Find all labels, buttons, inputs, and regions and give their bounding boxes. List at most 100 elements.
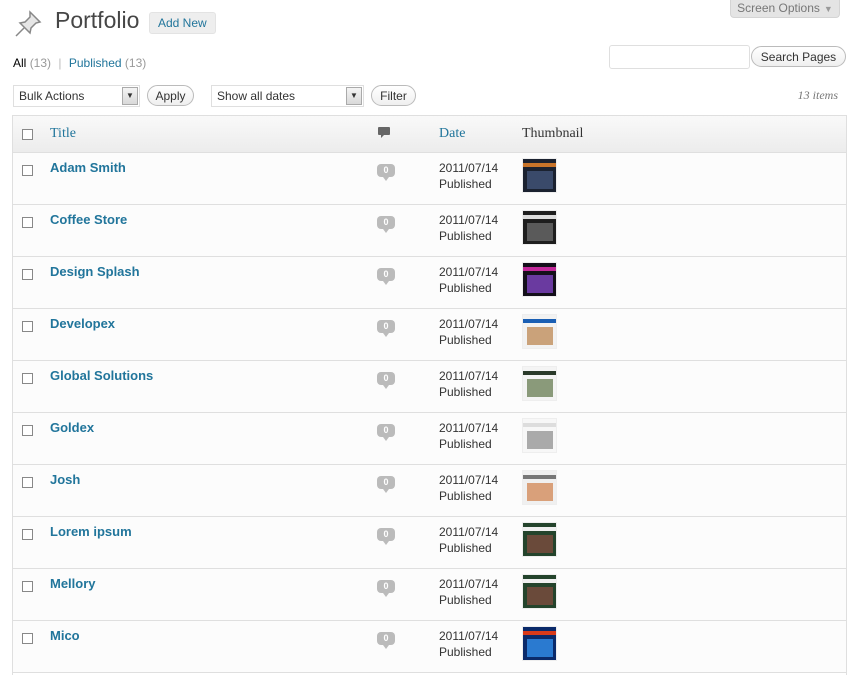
- thumbnail-band: [523, 267, 556, 271]
- search-pages-button[interactable]: Search Pages: [751, 46, 846, 67]
- row-date: 2011/07/14 Published: [439, 264, 498, 296]
- thumbnail-block: [527, 587, 553, 605]
- row-status: Published: [439, 281, 492, 295]
- row-thumbnail: [522, 210, 557, 245]
- row-date-value: 2011/07/14: [439, 577, 499, 591]
- filter-all-link[interactable]: All: [13, 56, 26, 70]
- row-checkbox[interactable]: [22, 529, 33, 540]
- row-thumbnail: [522, 626, 557, 661]
- thumbnail-block: [527, 223, 553, 241]
- row-title-link[interactable]: Coffee Store: [50, 212, 127, 227]
- row-thumbnail: [522, 262, 557, 297]
- table-header: Title Date Thumbnail: [13, 116, 846, 153]
- apply-button[interactable]: Apply: [147, 85, 194, 106]
- row-checkbox[interactable]: [22, 165, 33, 176]
- comment-count-badge[interactable]: 0: [377, 268, 395, 285]
- row-thumbnail: [522, 366, 557, 401]
- row-status: Published: [439, 645, 492, 659]
- select-all-checkbox[interactable]: [22, 129, 33, 140]
- row-checkbox[interactable]: [22, 373, 33, 384]
- row-checkbox[interactable]: [22, 633, 33, 644]
- row-date: 2011/07/14 Published: [439, 420, 498, 452]
- chevron-down-icon: ▼: [346, 87, 362, 105]
- row-checkbox[interactable]: [22, 217, 33, 228]
- column-thumbnail-header: Thumbnail: [522, 126, 584, 141]
- comment-count-badge[interactable]: 0: [377, 580, 395, 597]
- bulk-actions-value: Bulk Actions: [19, 89, 85, 103]
- table-row: Global Solutions 0 2011/07/14 Published: [13, 361, 846, 413]
- comment-count-badge[interactable]: 0: [377, 476, 395, 493]
- column-date-header[interactable]: Date: [439, 126, 465, 142]
- row-title-link[interactable]: Design Splash: [50, 264, 140, 279]
- row-title-link[interactable]: Mico: [50, 628, 80, 643]
- row-date-value: 2011/07/14: [439, 421, 499, 435]
- row-status: Published: [439, 333, 492, 347]
- screen-options-label: Screen Options: [737, 1, 820, 15]
- thumbnail-band: [523, 475, 556, 479]
- thumbnail-block: [527, 535, 553, 553]
- table-row: Josh 0 2011/07/14 Published: [13, 465, 846, 517]
- add-new-button[interactable]: Add New: [149, 12, 216, 34]
- row-title-link[interactable]: Mellory: [50, 576, 96, 591]
- table-row: Mellory 0 2011/07/14 Published: [13, 569, 846, 621]
- row-checkbox[interactable]: [22, 477, 33, 488]
- row-title-link[interactable]: Josh: [50, 472, 80, 487]
- thumbnail-band: [523, 319, 556, 323]
- table-row: Lorem ipsum 0 2011/07/14 Published: [13, 517, 846, 569]
- thumbnail-block: [527, 639, 553, 657]
- comment-count-badge[interactable]: 0: [377, 216, 395, 233]
- comment-count-badge[interactable]: 0: [377, 372, 395, 389]
- row-thumbnail: [522, 522, 557, 557]
- filter-all-count: (13): [29, 56, 52, 70]
- row-thumbnail: [522, 158, 557, 193]
- row-status: Published: [439, 593, 492, 607]
- row-thumbnail: [522, 574, 557, 609]
- search-input[interactable]: [609, 45, 750, 69]
- bulk-actions-select[interactable]: Bulk Actions ▼: [13, 85, 140, 107]
- comment-icon[interactable]: [378, 127, 390, 143]
- filter-published-link[interactable]: Published: [69, 56, 122, 70]
- row-date: 2011/07/14 Published: [439, 524, 498, 556]
- items-count: 13 items: [797, 88, 838, 102]
- row-date: 2011/07/14 Published: [439, 368, 498, 400]
- row-date-value: 2011/07/14: [439, 213, 499, 227]
- comment-count-badge[interactable]: 0: [377, 528, 395, 545]
- row-date: 2011/07/14 Published: [439, 576, 498, 608]
- thumbnail-block: [527, 431, 553, 449]
- table-row: Developex 0 2011/07/14 Published: [13, 309, 846, 361]
- screen-options-button[interactable]: Screen Options ▼: [730, 0, 840, 18]
- row-title-link[interactable]: Developex: [50, 316, 115, 331]
- row-date: 2011/07/14 Published: [439, 212, 498, 244]
- row-checkbox[interactable]: [22, 321, 33, 332]
- comment-count-badge[interactable]: 0: [377, 164, 395, 181]
- comment-count-badge[interactable]: 0: [377, 320, 395, 337]
- row-checkbox[interactable]: [22, 269, 33, 280]
- comment-count-badge[interactable]: 0: [377, 632, 395, 649]
- row-checkbox[interactable]: [22, 581, 33, 592]
- dates-select[interactable]: Show all dates ▼: [211, 85, 364, 107]
- row-title-link[interactable]: Goldex: [50, 420, 94, 435]
- row-title-link[interactable]: Lorem ipsum: [50, 524, 132, 539]
- row-checkbox[interactable]: [22, 425, 33, 436]
- row-status: Published: [439, 541, 492, 555]
- row-status: Published: [439, 437, 492, 451]
- row-title-link[interactable]: Global Solutions: [50, 368, 153, 383]
- row-status: Published: [439, 385, 492, 399]
- table-row: Mico 0 2011/07/14 Published: [13, 621, 846, 673]
- page-title: Portfolio: [55, 7, 140, 33]
- chevron-down-icon: ▼: [122, 87, 138, 105]
- column-title-header[interactable]: Title: [50, 126, 76, 142]
- filter-button[interactable]: Filter: [371, 85, 416, 106]
- row-title-link[interactable]: Adam Smith: [50, 160, 126, 175]
- comment-count-badge[interactable]: 0: [377, 424, 395, 441]
- status-filters: All (13) | Published (13): [13, 56, 146, 70]
- row-status: Published: [439, 177, 492, 191]
- row-date-value: 2011/07/14: [439, 525, 499, 539]
- thumbnail-block: [527, 483, 553, 501]
- filter-separator: |: [58, 56, 62, 70]
- thumbnail-block: [527, 327, 553, 345]
- pin-icon: [15, 10, 42, 37]
- portfolio-table: Title Date Thumbnail Adam Smith 0 2011/07/…: [12, 115, 847, 675]
- thumbnail-block: [527, 275, 553, 293]
- row-date: 2011/07/14 Published: [439, 628, 498, 660]
